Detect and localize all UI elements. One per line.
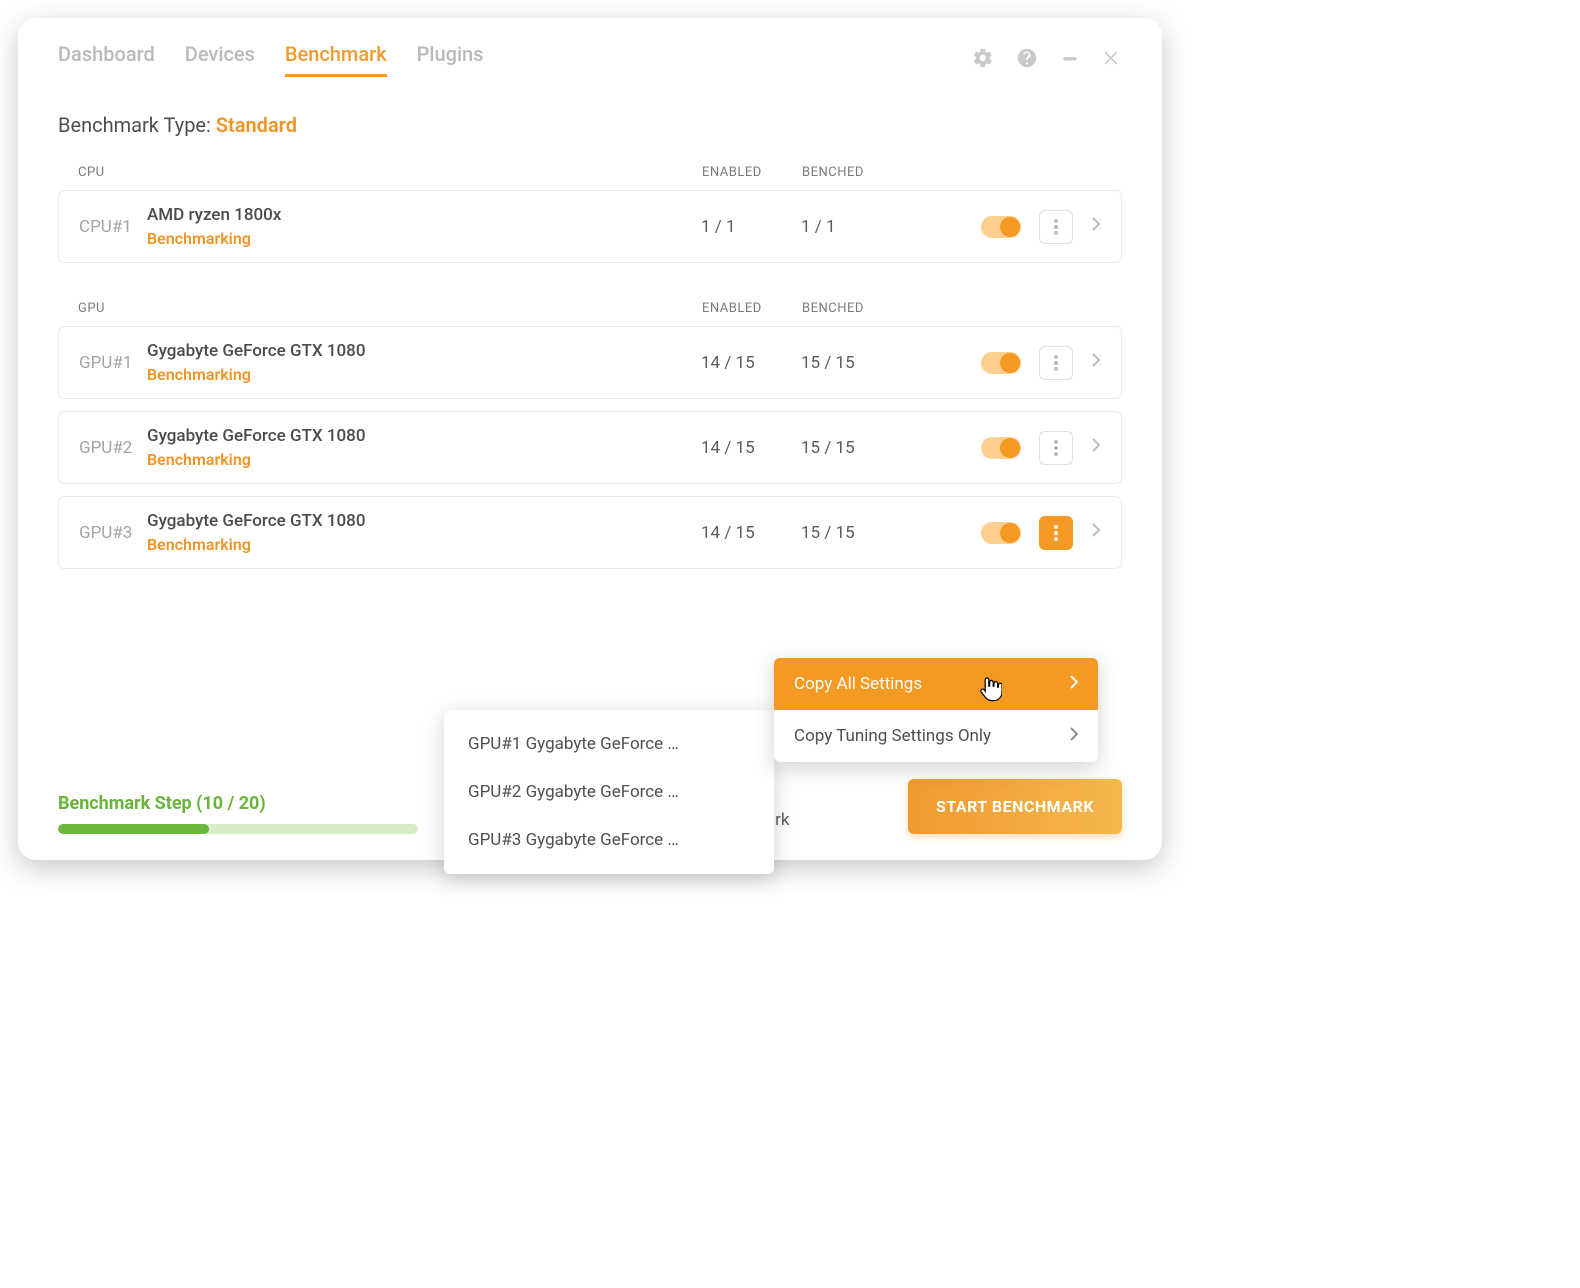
tab-dashboard[interactable]: Dashboard	[58, 42, 155, 77]
device-context-menu: Copy All Settings Copy Tuning Settings O…	[774, 658, 1098, 762]
app-window: Dashboard Devices Benchmark Plugins Benc…	[18, 18, 1162, 860]
menu-copy-all-settings[interactable]: Copy All Settings	[774, 658, 1098, 710]
device-benched: 1 / 1	[801, 217, 901, 237]
cpu-column-label: CPU	[78, 165, 702, 180]
benchmark-step: Benchmark Step (10 / 20)	[58, 793, 418, 834]
device-status: Benchmarking	[147, 535, 701, 554]
submenu-item[interactable]: GPU#1 Gygabyte GeForce …	[444, 720, 774, 768]
tab-devices[interactable]: Devices	[185, 42, 255, 77]
device-menu-button[interactable]	[1039, 346, 1073, 380]
topbar: Dashboard Devices Benchmark Plugins	[18, 18, 1162, 77]
device-name: Gygabyte GeForce GTX 1080	[147, 341, 701, 361]
benchmark-progress	[58, 824, 418, 834]
gear-icon[interactable]	[972, 47, 994, 73]
gpu-section-header: GPU ENABLED BENCHED	[58, 301, 1122, 326]
submenu-item[interactable]: GPU#2 Gygabyte GeForce …	[444, 768, 774, 816]
cpu-row[interactable]: CPU#1 AMD ryzen 1800x Benchmarking 1 / 1…	[58, 190, 1122, 263]
gpu-row[interactable]: GPU#3 Gygabyte GeForce GTX 1080 Benchmar…	[58, 496, 1122, 569]
device-status: Benchmarking	[147, 365, 701, 384]
device-enabled: 1 / 1	[701, 217, 801, 237]
minimize-icon[interactable]	[1060, 48, 1080, 72]
content: Benchmark Type: Standard CPU ENABLED BEN…	[18, 77, 1162, 569]
submenu-item[interactable]: GPU#3 Gygabyte GeForce …	[444, 816, 774, 864]
device-menu-button[interactable]	[1039, 431, 1073, 465]
menu-item-label: Copy Tuning Settings Only	[794, 726, 991, 746]
close-icon[interactable]	[1102, 48, 1122, 72]
chevron-right-icon[interactable]	[1091, 352, 1101, 373]
device-benched: 15 / 15	[801, 438, 901, 458]
device-enabled: 14 / 15	[701, 438, 801, 458]
device-enabled: 14 / 15	[701, 353, 801, 373]
column-benched: BENCHED	[802, 301, 902, 316]
chevron-right-icon[interactable]	[1091, 216, 1101, 237]
benchmark-type-row: Benchmark Type: Standard	[58, 113, 1122, 137]
device-toggle[interactable]	[981, 522, 1021, 544]
device-benched: 15 / 15	[801, 353, 901, 373]
device-name: AMD ryzen 1800x	[147, 205, 701, 225]
benchmark-progress-fill	[58, 824, 209, 834]
device-enabled: 14 / 15	[701, 523, 801, 543]
device-menu-button[interactable]	[1039, 210, 1073, 244]
device-name: Gygabyte GeForce GTX 1080	[147, 426, 701, 446]
tab-benchmark[interactable]: Benchmark	[285, 42, 387, 77]
copy-target-submenu: GPU#1 Gygabyte GeForce … GPU#2 Gygabyte …	[444, 710, 774, 874]
menu-item-label: Copy All Settings	[794, 674, 922, 694]
cpu-section-header: CPU ENABLED BENCHED	[58, 165, 1122, 190]
benchmark-type-label: Benchmark Type:	[58, 113, 211, 137]
device-toggle[interactable]	[981, 437, 1021, 459]
device-status: Benchmarking	[147, 450, 701, 469]
device-toggle[interactable]	[981, 216, 1021, 238]
start-benchmark-button[interactable]: START BENCHMARK	[908, 779, 1122, 834]
column-benched: BENCHED	[802, 165, 902, 180]
device-id: CPU#1	[79, 217, 147, 237]
help-icon[interactable]	[1016, 47, 1038, 73]
column-enabled: ENABLED	[702, 301, 802, 316]
device-id: GPU#2	[79, 438, 147, 458]
gpu-column-label: GPU	[78, 301, 702, 316]
device-name: Gygabyte GeForce GTX 1080	[147, 511, 701, 531]
benchmark-type-value[interactable]: Standard	[216, 113, 297, 137]
menu-copy-tuning-settings[interactable]: Copy Tuning Settings Only	[774, 710, 1098, 762]
window-controls	[972, 47, 1122, 73]
tab-plugins[interactable]: Plugins	[417, 42, 484, 77]
gpu-row[interactable]: GPU#2 Gygabyte GeForce GTX 1080 Benchmar…	[58, 411, 1122, 484]
device-toggle[interactable]	[981, 352, 1021, 374]
gpu-row[interactable]: GPU#1 Gygabyte GeForce GTX 1080 Benchmar…	[58, 326, 1122, 399]
chevron-right-icon[interactable]	[1091, 522, 1101, 543]
column-enabled: ENABLED	[702, 165, 802, 180]
nav-tabs: Dashboard Devices Benchmark Plugins	[58, 42, 483, 77]
device-menu-button[interactable]	[1039, 516, 1073, 550]
chevron-right-icon	[1070, 675, 1078, 693]
device-status: Benchmarking	[147, 229, 701, 248]
chevron-right-icon	[1070, 727, 1078, 745]
device-benched: 15 / 15	[801, 523, 901, 543]
device-id: GPU#3	[79, 523, 147, 543]
chevron-right-icon[interactable]	[1091, 437, 1101, 458]
benchmark-step-label: Benchmark Step (10 / 20)	[58, 793, 418, 814]
device-id: GPU#1	[79, 353, 147, 373]
